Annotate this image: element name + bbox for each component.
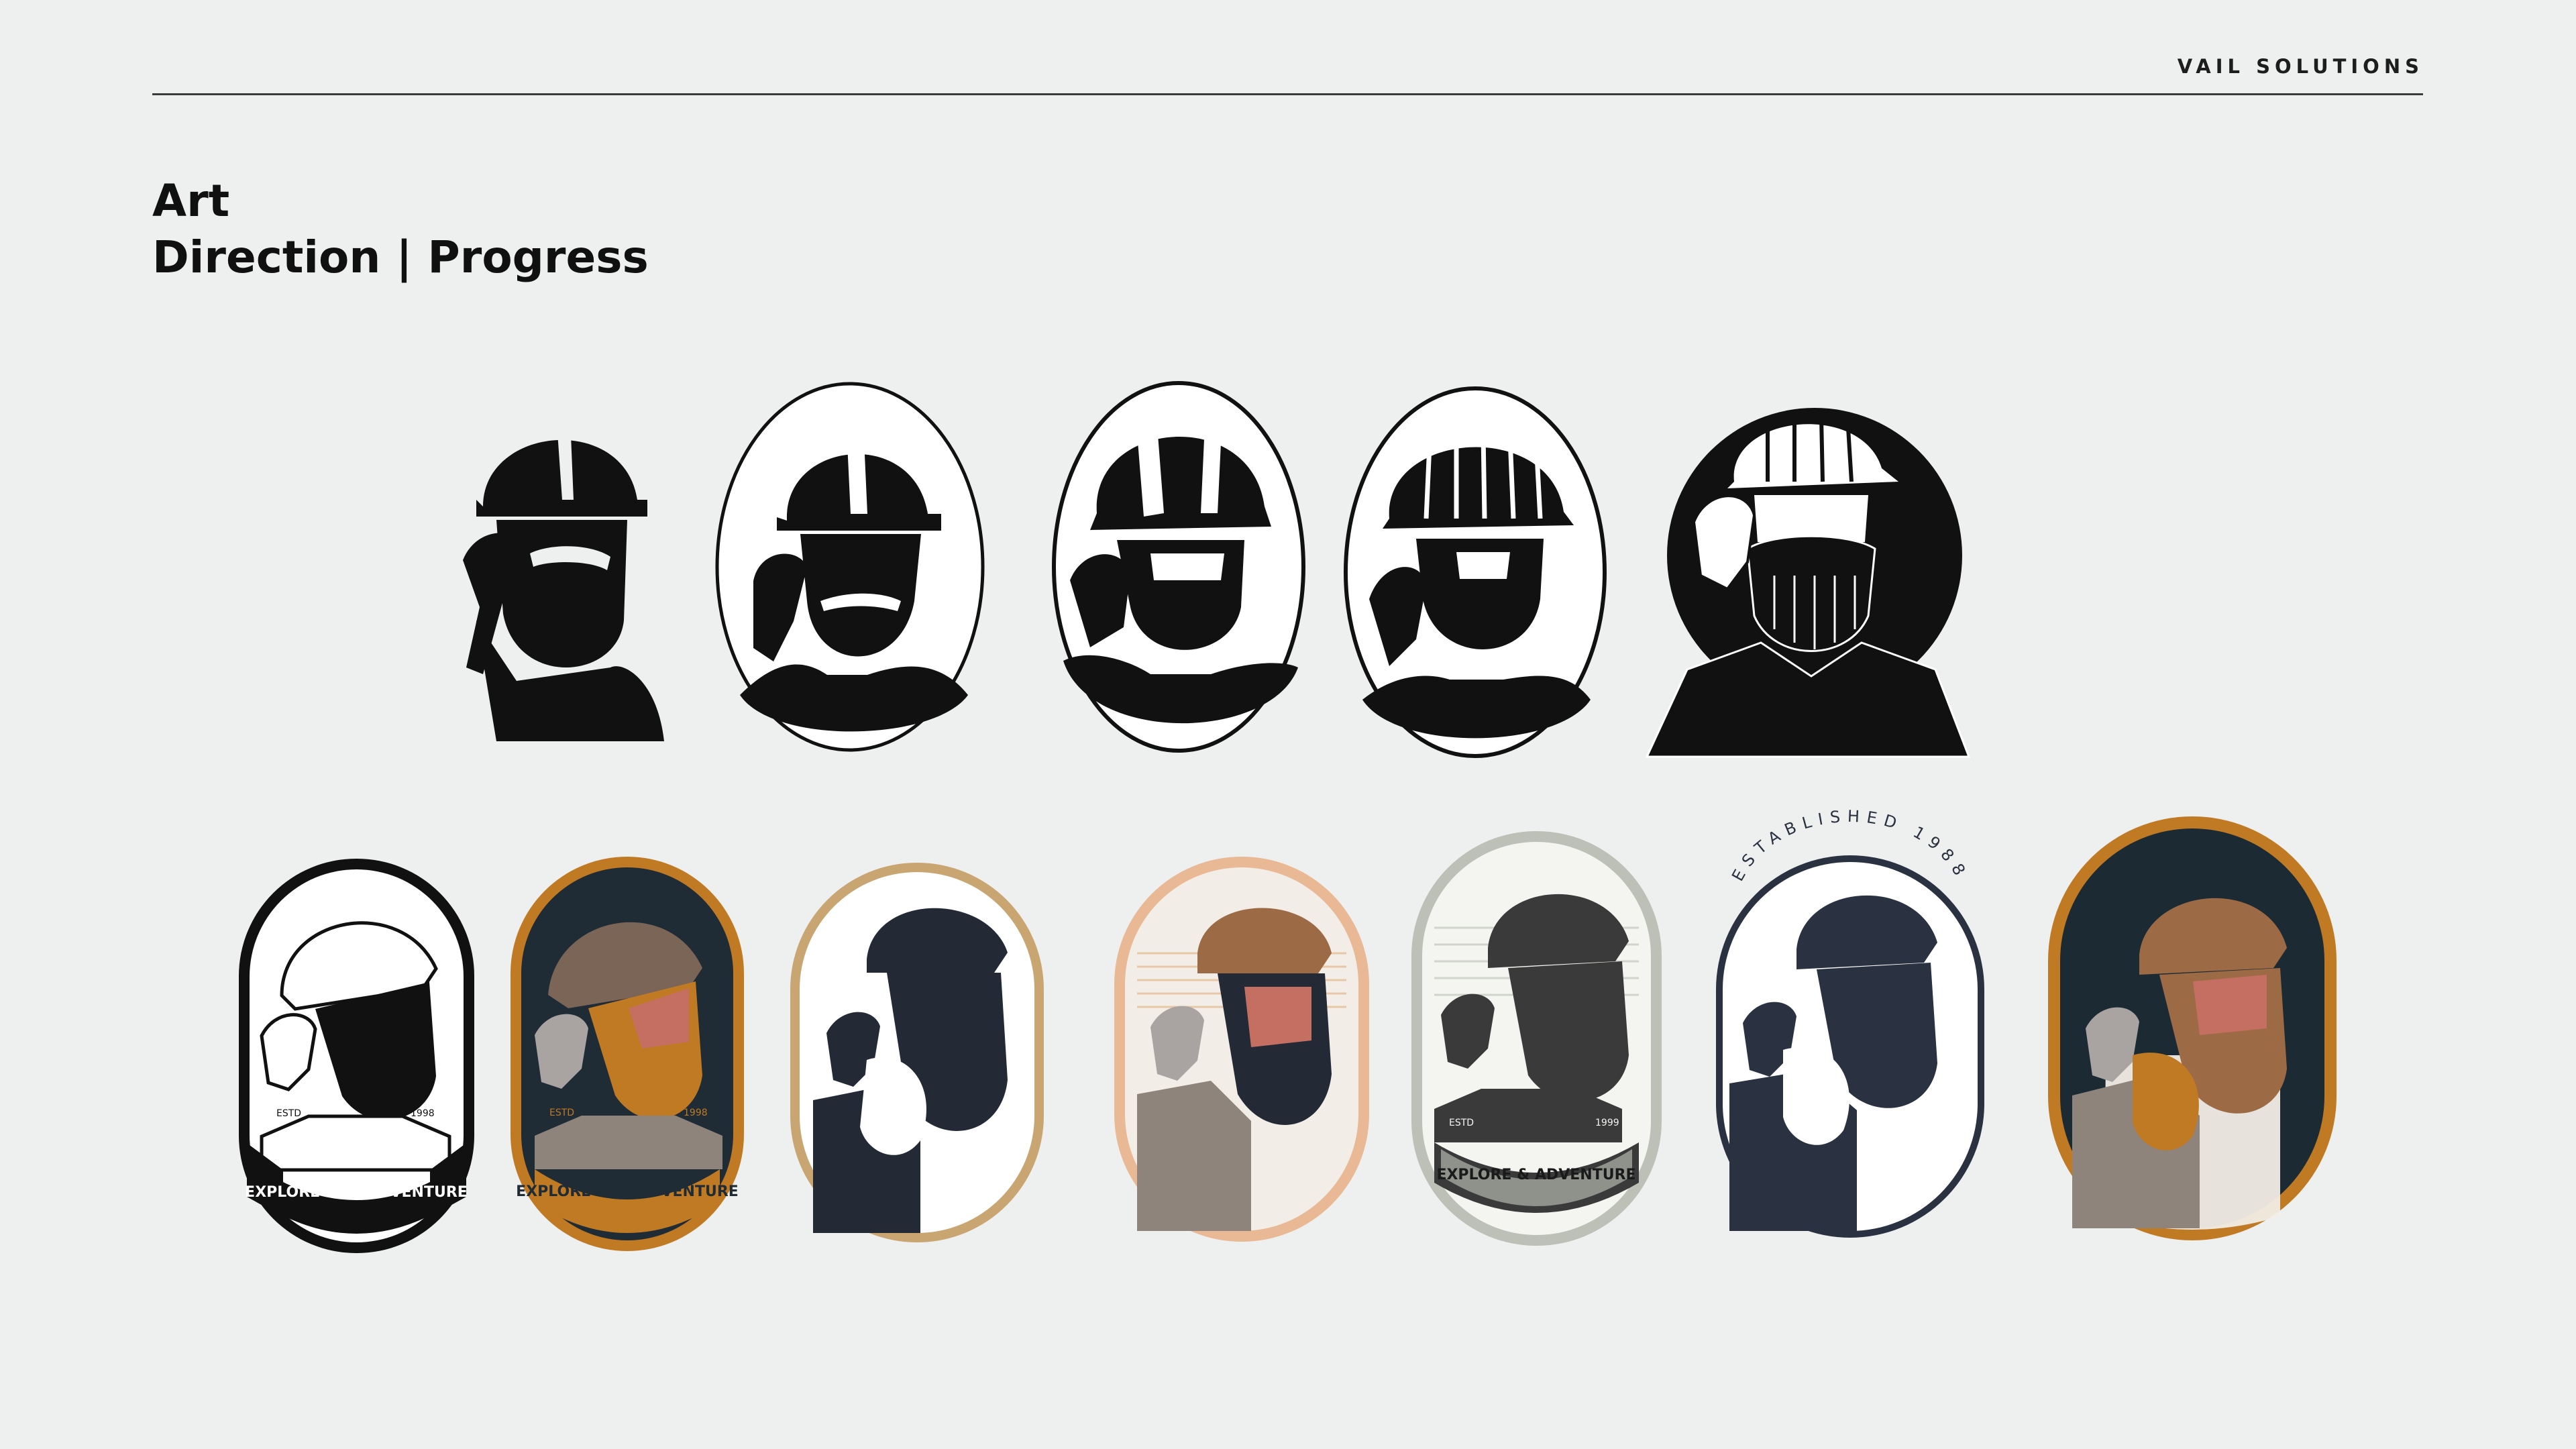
header-divider (152, 93, 2423, 95)
worker-engraved-oval-sketch (1344, 386, 1607, 758)
worker-circle-suit-sketch (1645, 408, 1971, 758)
badge-5-banner: EXPLORE & ADVENTURE (1436, 1167, 1635, 1183)
badge-2-estd: ESTD (549, 1108, 574, 1118)
badge-grey-explore: ESTD 1999 EXPLORE & ADVENTURE (1411, 831, 1662, 1246)
badge-orange-navy (2048, 816, 2337, 1240)
page-title: Art Direction | Progress (152, 173, 649, 286)
badge-1-year: 1998 (411, 1108, 435, 1119)
badge-1-estd: ESTD (276, 1108, 301, 1119)
worker-oval-sketch (715, 382, 985, 752)
title-line-2: Direction | Progress (152, 231, 649, 283)
badge-bw-explore: ESTD 1998 EXPLORE AND ADVENTURE (239, 859, 474, 1253)
worker-silhouette-sketch (463, 419, 664, 741)
badge-5-estd: ESTD (1449, 1118, 1474, 1128)
badge-2-banner: EXPLORE AND ADVENTURE (516, 1183, 739, 1200)
badge-peach-frame (1114, 857, 1369, 1242)
title-line-1: Art (152, 175, 230, 227)
badge-1-banner: EXPLORE AND ADVENTURE (245, 1184, 468, 1201)
badge-gold-frame (790, 863, 1044, 1242)
badge-orange-explore: ESTD 1998 EXPLORE AND ADVENTURE (511, 857, 744, 1251)
badge-navy-established: ESTABLISHED 1988 (1716, 807, 1984, 1238)
badge-2-year: 1998 (684, 1108, 708, 1118)
brand-name: VAIL SOLUTIONS (2177, 55, 2424, 78)
worker-rough-oval-sketch (1052, 381, 1305, 753)
badge-5-year: 1999 (1595, 1118, 1619, 1128)
